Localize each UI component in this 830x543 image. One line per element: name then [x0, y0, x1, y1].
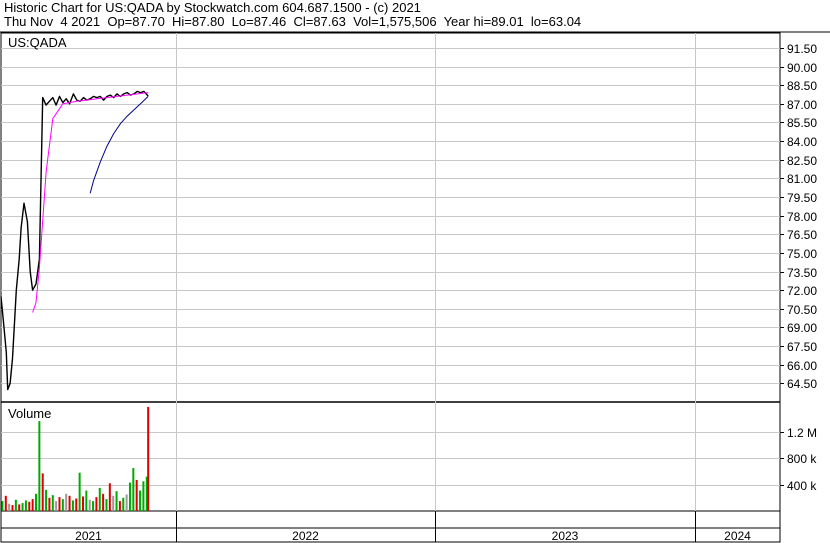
price-tick-label: 69.00	[787, 321, 817, 335]
volume-bar	[139, 490, 142, 511]
volume-bar	[41, 473, 44, 511]
volume-bar	[78, 472, 81, 511]
volume-bar	[105, 499, 108, 511]
price-tick-label: 82.50	[787, 154, 817, 168]
price-tick-label: 87.00	[787, 98, 817, 112]
volume-bar	[35, 493, 37, 511]
volume-bar	[92, 501, 95, 511]
volume-tick-label: 400 k	[787, 479, 817, 493]
volume-bar	[75, 498, 78, 511]
volume-bar	[142, 481, 145, 511]
price-tick-label: 64.50	[787, 377, 817, 391]
volume-bar	[28, 501, 31, 511]
volume-grid	[1, 432, 780, 486]
volume-bar	[135, 479, 138, 511]
price-tick-label: 85.50	[787, 116, 817, 130]
volume-bar	[71, 500, 74, 511]
volume-bar	[115, 491, 118, 511]
volume-bar	[147, 406, 150, 511]
year-label: 2024	[724, 529, 751, 543]
volume-bar	[58, 497, 61, 511]
volume-bar	[125, 494, 128, 511]
volume-bar	[8, 503, 11, 511]
year-label: 2021	[75, 529, 102, 543]
volume-axis-ticks: 1.2 M 800 k 400 k	[780, 426, 817, 493]
volume-bar	[48, 497, 51, 511]
volume-bar	[14, 499, 17, 511]
volume-bar	[68, 495, 71, 511]
volume-bar	[102, 493, 105, 511]
price-tick-label: 78.00	[787, 210, 817, 224]
volume-bar	[85, 490, 88, 511]
year-label: 2022	[292, 529, 319, 543]
volume-bar	[55, 501, 58, 511]
volume-bar	[108, 483, 111, 511]
price-tick-label: 66.00	[787, 359, 817, 373]
volume-bar	[122, 497, 125, 511]
price-tick-label: 81.00	[787, 172, 817, 186]
volume-bar	[18, 504, 21, 511]
price-tick-label: 76.50	[787, 228, 817, 242]
volume-tick-label: 800 k	[787, 452, 817, 466]
price-tick-label: 72.00	[787, 284, 817, 298]
year-label: 2023	[552, 529, 579, 543]
volume-bar	[95, 497, 98, 511]
price-tick-label: 91.50	[787, 42, 817, 56]
volume-bar	[24, 500, 27, 511]
volume-bar	[81, 496, 84, 511]
price-tick-label: 70.50	[787, 303, 817, 317]
volume-bar	[11, 505, 14, 511]
stock-chart: 91.50 90.00 88.50 87.00 85.50 84.00 82.50 81.00…	[0, 31, 830, 543]
volume-bar	[112, 495, 115, 511]
volume-bar	[4, 495, 7, 511]
price-lines	[0, 90, 149, 391]
volume-bar	[61, 499, 64, 511]
volume-bar	[98, 487, 101, 511]
price-tick-label: 79.50	[787, 191, 817, 205]
price-axis-ticks: 91.50 90.00 88.50 87.00 85.50 84.00 82.50 81.00…	[780, 42, 817, 391]
price-tick-label: 67.50	[787, 340, 817, 354]
volume-bar	[31, 499, 34, 511]
volume-tick-label: 1.2 M	[787, 426, 817, 440]
volume-bar	[51, 495, 54, 511]
volume-panel-title: Volume	[8, 406, 51, 421]
volume-bar	[38, 421, 41, 511]
volume-bar	[65, 493, 68, 511]
volume-bar	[21, 503, 24, 511]
series-line-price	[0, 90, 149, 391]
price-panel-title: US:QADA	[8, 35, 67, 50]
volume-bar	[45, 489, 48, 511]
volume-bar	[128, 482, 131, 511]
volume-bar	[88, 499, 91, 511]
chart-border	[0, 32, 781, 543]
volume-bar	[118, 501, 121, 511]
price-grid	[1, 33, 780, 542]
price-tick-label: 84.00	[787, 135, 817, 149]
price-tick-label: 90.00	[787, 61, 817, 75]
price-tick-label: 73.50	[787, 266, 817, 280]
volume-bar	[132, 468, 135, 511]
price-tick-label: 75.00	[787, 247, 817, 261]
chart-frame	[0, 31, 830, 543]
series-line-ma_short	[32, 92, 149, 313]
price-tick-label: 88.50	[787, 79, 817, 93]
volume-bar	[1, 501, 4, 511]
